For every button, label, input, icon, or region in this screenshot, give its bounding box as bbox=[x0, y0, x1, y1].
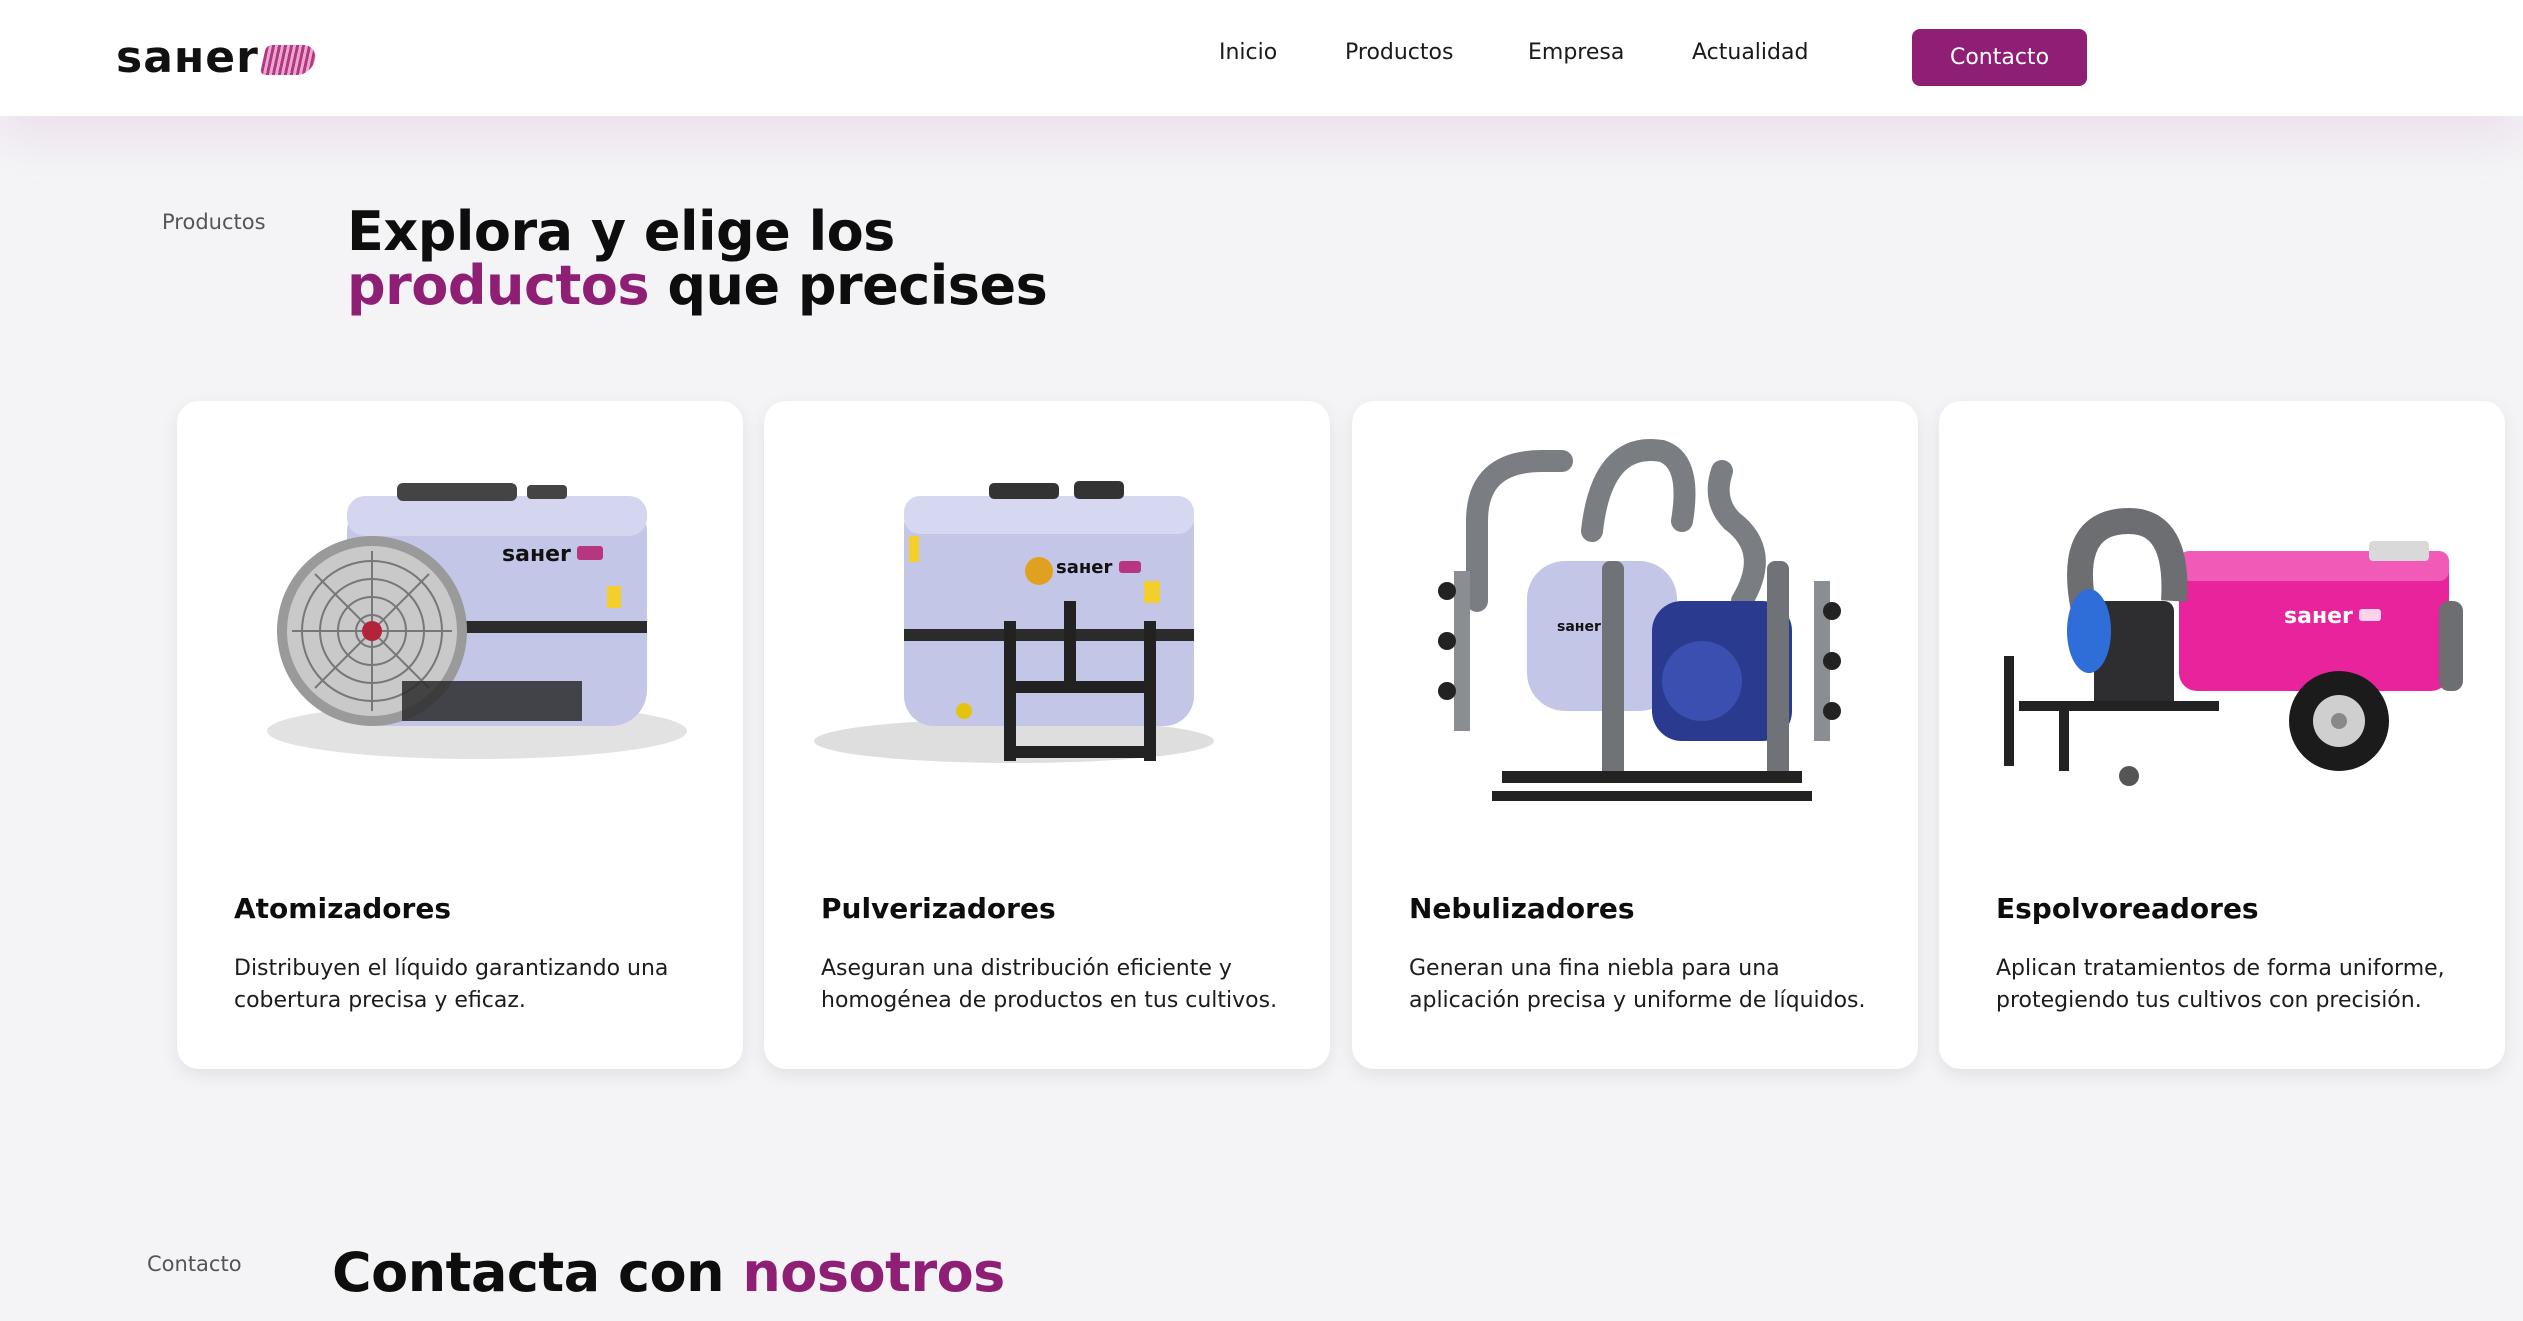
card-description: Aplican tratamientos de forma uniforme, … bbox=[1996, 956, 2445, 1013]
sprayer-image: saнer bbox=[814, 481, 1214, 763]
heading-accent: productos bbox=[347, 254, 650, 317]
nav-inicio[interactable]: Inicio bbox=[1219, 40, 1277, 65]
section-label-contact: Contacto bbox=[147, 1252, 242, 1276]
product-card-atomizadores[interactable]: saнer Atomizadores Distribuyen el líquid… bbox=[177, 401, 743, 1069]
card-description: Generan una fina niebla para una aplicac… bbox=[1409, 956, 1866, 1013]
svg-text:saнer: saнer bbox=[1557, 619, 1601, 635]
product-card-pulverizadores[interactable]: saнer Pulverizadores Aseguran una distri… bbox=[764, 401, 1330, 1069]
heading-rest: que precises bbox=[649, 254, 1048, 317]
atomizer-image: saнer bbox=[267, 483, 687, 759]
svg-text:saнer: saнer bbox=[2284, 604, 2353, 629]
card-title: Nebulizadores bbox=[1409, 892, 1635, 925]
nav-empresa[interactable]: Empresa bbox=[1528, 40, 1624, 65]
svg-text:saнer: saнer bbox=[1056, 557, 1113, 578]
section-label-products: Productos bbox=[162, 210, 266, 234]
heading-line2: productos que precises bbox=[347, 259, 1048, 313]
contact-button[interactable]: Contacto bbox=[1912, 29, 2087, 86]
duster-image: saнer bbox=[2004, 507, 2463, 786]
products-heading: Explora y elige los productos que precis… bbox=[347, 200, 1048, 313]
product-card-nebulizadores[interactable]: saнer Nebulizadores Generan una fina nie… bbox=[1352, 401, 1918, 1069]
main-nav: Inicio Productos Empresa Actualidad bbox=[0, 0, 2523, 116]
contact-heading-plain: Contacta con bbox=[332, 1241, 743, 1304]
product-card-espolvoreadores[interactable]: saнer Espolvoreadores Aplican tratamient… bbox=[1939, 401, 2505, 1069]
contact-heading: Contacta con nosotros bbox=[332, 1246, 1005, 1300]
nav-actualidad[interactable]: Actualidad bbox=[1692, 40, 1808, 65]
heading-line1: Explora y elige los bbox=[347, 200, 895, 263]
site-header: saнer Inicio Productos Empresa Actualida… bbox=[0, 0, 2523, 116]
card-title: Espolvoreadores bbox=[1996, 892, 2259, 925]
card-description: Distribuyen el líquido garantizando una … bbox=[234, 956, 669, 1013]
nebulizer-image: saнer bbox=[1438, 439, 1841, 801]
nav-productos[interactable]: Productos bbox=[1345, 40, 1453, 65]
card-description: Aseguran una distribución eficiente y ho… bbox=[821, 956, 1278, 1013]
svg-text:saнer: saнer bbox=[502, 542, 571, 567]
contact-heading-accent: nosotros bbox=[742, 1241, 1005, 1304]
card-title: Pulverizadores bbox=[821, 892, 1056, 925]
card-title: Atomizadores bbox=[234, 892, 451, 925]
